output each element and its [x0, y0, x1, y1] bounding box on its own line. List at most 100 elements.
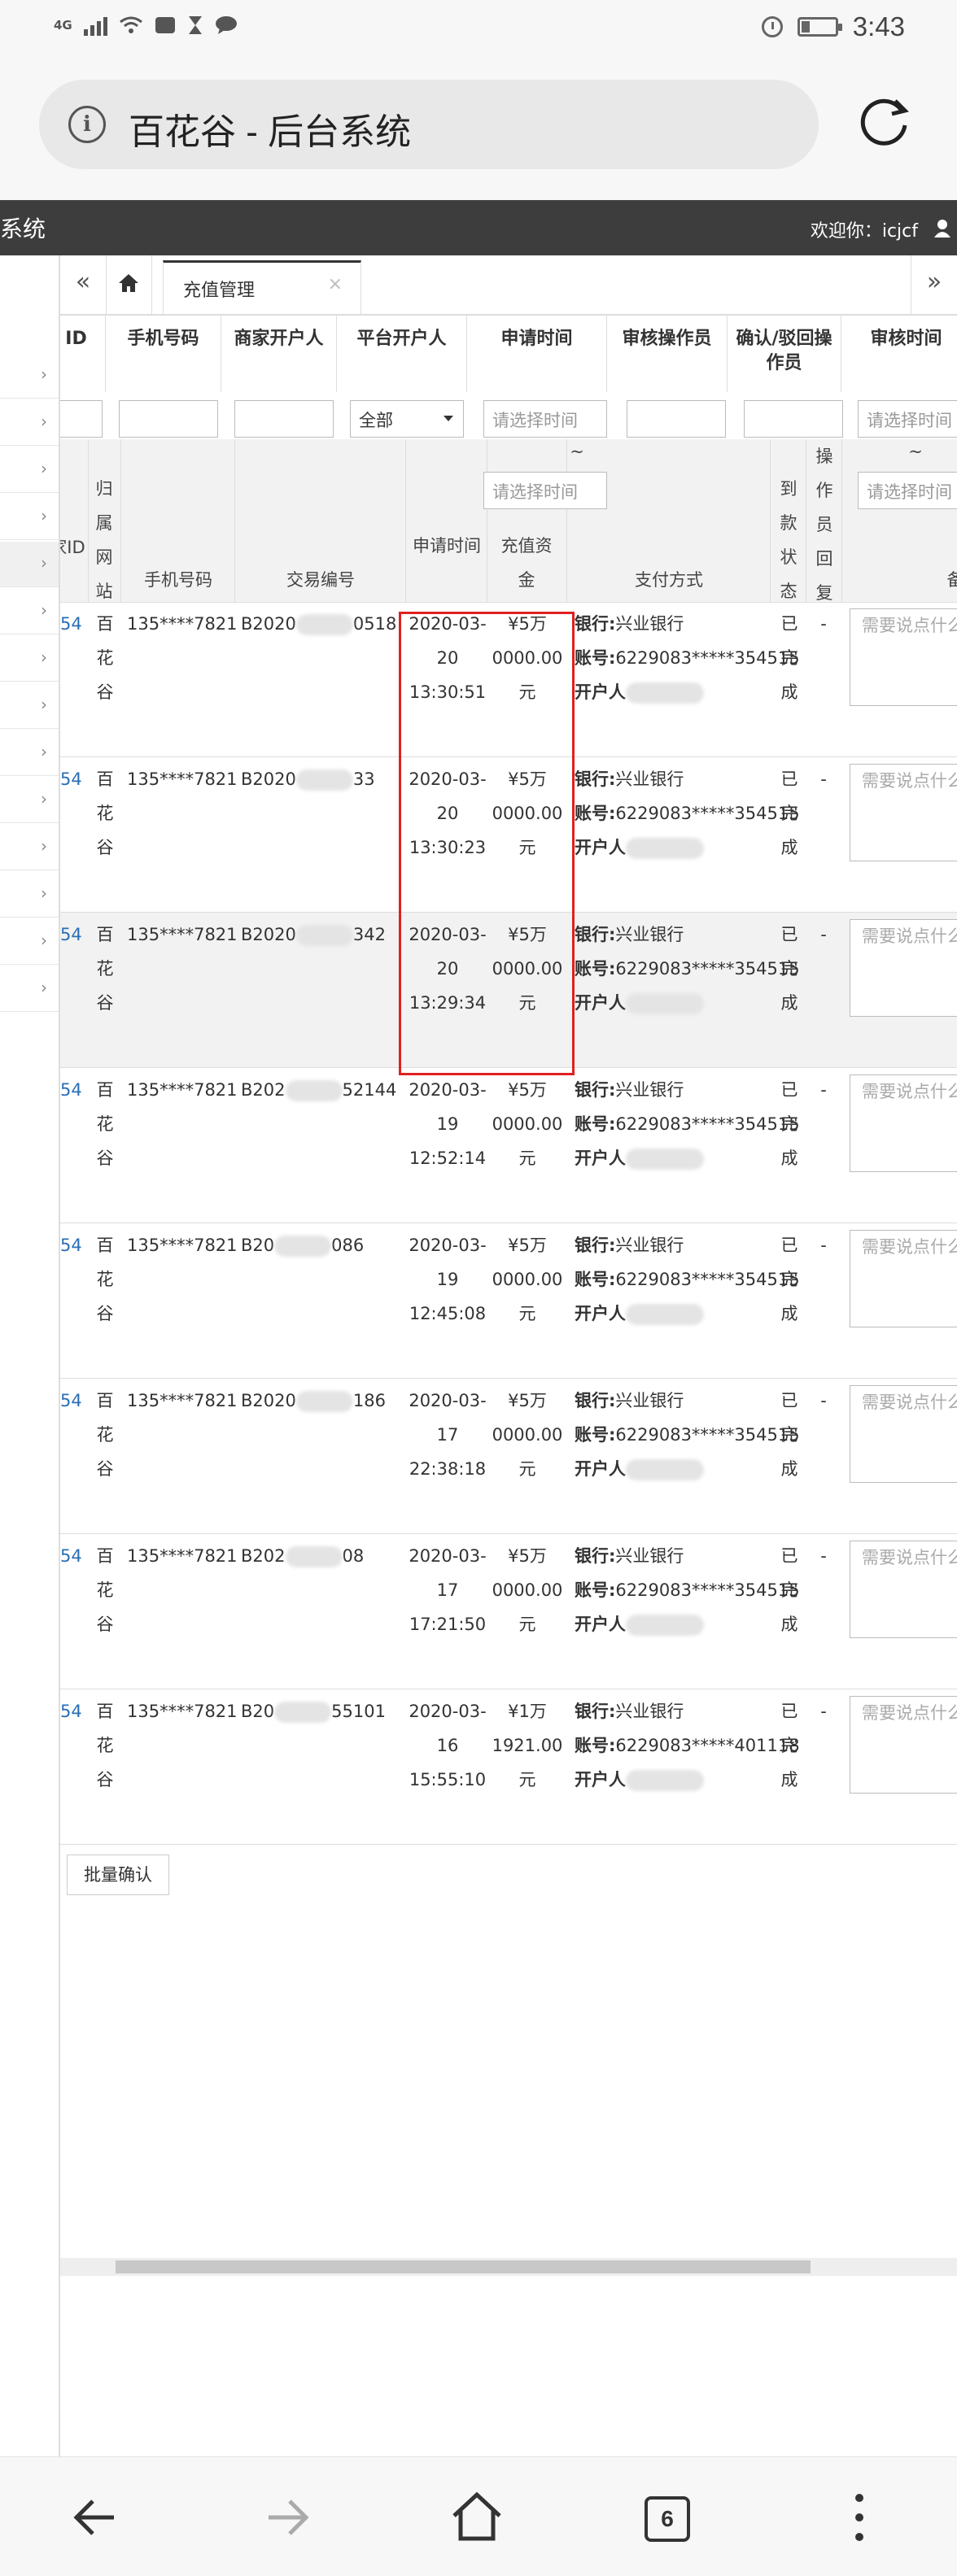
- txn-no-cell: B20 086: [241, 1223, 400, 1383]
- page-title[interactable]: 百花谷 - 后台系统: [129, 102, 411, 155]
- table-filter-row: 全部 请选择时间 请选择时间: [60, 392, 957, 440]
- reviewer-filter-input[interactable]: [627, 400, 726, 438]
- app-notification-icon: [155, 17, 175, 33]
- amount-line-2: 0000.00: [492, 1114, 563, 1134]
- pay-method-cell: 银行:兴业银行 账号:6229083*****354515 开户人: [575, 913, 800, 1072]
- sidebar-item[interactable]: ›: [0, 778, 59, 823]
- txn-no-cell: B202 08: [241, 1534, 400, 1693]
- sidebar-item[interactable]: ›: [0, 683, 59, 729]
- note-textarea[interactable]: 需要说点什么: [850, 764, 957, 861]
- review-time-start-input[interactable]: 请选择时间: [858, 400, 957, 438]
- sidebar-item[interactable]: ›: [0, 825, 59, 870]
- tab-count-button[interactable]: 6: [645, 2496, 690, 2542]
- close-icon[interactable]: ×: [328, 274, 343, 294]
- forward-icon[interactable]: [254, 2485, 319, 2550]
- platform-owner-select[interactable]: 全部: [350, 400, 464, 438]
- bank-label: 银行:: [575, 769, 616, 789]
- redacted-blur: [295, 925, 353, 946]
- user-icon[interactable]: [933, 218, 952, 238]
- col-header-apply-time: 申请时间: [467, 316, 607, 392]
- amount-line-2: 0000.00: [492, 804, 563, 823]
- info-icon[interactable]: i: [68, 106, 106, 143]
- merchant-id-link[interactable]: 54: [60, 1068, 85, 1227]
- table-row[interactable]: 54 百花谷 135****7821 B2020 186 2020-03-17 22:38:…: [60, 1379, 957, 1534]
- sidebar-item[interactable]: ›: [0, 495, 59, 540]
- col-txn-no: 交易编号: [286, 570, 355, 590]
- chevron-right-icon: ›: [41, 506, 47, 525]
- apply-time-cell: 2020-03-19 12:45:08: [409, 1223, 487, 1383]
- sidebar-item[interactable]: ›: [0, 589, 59, 634]
- col-header-confirm-operator: 确认/驳回操作员: [728, 316, 841, 392]
- merchant-id-link[interactable]: 54: [60, 1534, 85, 1693]
- site-cell: 百花谷: [96, 925, 114, 1013]
- note-textarea[interactable]: 需要说点什么: [850, 1696, 957, 1794]
- amount-unit: 元: [518, 1615, 536, 1634]
- batch-confirm-button[interactable]: 批量确认: [67, 1855, 169, 1895]
- note-textarea[interactable]: 需要说点什么: [850, 1385, 957, 1483]
- sidebar-item[interactable]: ›: [0, 400, 59, 446]
- merchant-id-link[interactable]: 54: [60, 1689, 85, 1849]
- phone-filter-input[interactable]: [119, 400, 218, 438]
- confirm-operator-filter-input[interactable]: [744, 400, 843, 438]
- more-icon[interactable]: [827, 2485, 892, 2550]
- merchant-id-link[interactable]: 54: [60, 1223, 85, 1383]
- merchant-id-link[interactable]: 54: [60, 1379, 85, 1538]
- sidebar-item[interactable]: ›: [0, 872, 59, 918]
- merchant-id-link[interactable]: 54: [60, 602, 85, 761]
- table-row[interactable]: 54 百花谷 135****7821 B2020 33 2020-03-20 13:30:2…: [60, 757, 957, 913]
- apply-time-cell: 2020-03-20 13:30:51: [409, 602, 487, 761]
- note-textarea[interactable]: 需要说点什么: [850, 1230, 957, 1327]
- id-filter-input[interactable]: [60, 400, 103, 438]
- table-row[interactable]: 54 百花谷 135****7821 B20 55101 2020-03-16 15:55:…: [60, 1689, 957, 1845]
- merchant-owner-filter-input[interactable]: [234, 400, 334, 438]
- amount-line-2: 0000.00: [492, 1270, 563, 1289]
- table-row[interactable]: 54 百花谷 135****7821 B202 52144 2020-03-19 12:52…: [60, 1068, 957, 1223]
- home-nav-icon[interactable]: [444, 2485, 509, 2550]
- sidebar-item[interactable]: ›: [0, 636, 59, 682]
- bank-label: 银行:: [575, 925, 616, 944]
- apply-time-end-input[interactable]: 请选择时间: [483, 472, 607, 509]
- tab-recharge-management[interactable]: 充值管理 ×: [163, 260, 361, 314]
- amount-line-1: ¥5万: [508, 1546, 547, 1566]
- table-row[interactable]: 54 百花谷 135****7821 B2020 0518 2020-03-20 13:30…: [60, 602, 957, 757]
- merchant-id-link[interactable]: 54: [60, 757, 85, 917]
- phone-cell: 135****7821: [127, 925, 238, 944]
- amount-line-1: ¥5万: [508, 1236, 547, 1255]
- sidebar-item[interactable]: ›: [0, 966, 59, 1012]
- sidebar-item[interactable]: ›: [0, 919, 59, 965]
- redacted-blur: [295, 769, 353, 791]
- back-icon[interactable]: [63, 2485, 129, 2550]
- phone-cell: 135****7821: [127, 1546, 238, 1566]
- home-icon: [119, 274, 138, 292]
- table-row[interactable]: 54 百花谷 135****7821 B202 08 2020-03-17 17:21:50…: [60, 1534, 957, 1689]
- signal-icon: [83, 15, 107, 36]
- tab-scroll-right-button[interactable]: »: [911, 255, 957, 314]
- apply-time-start-input[interactable]: 请选择时间: [483, 400, 607, 438]
- table-row[interactable]: 54 百花谷 135****7821 B20 086 2020-03-19 12:45:08…: [60, 1223, 957, 1379]
- table-row[interactable]: 54 百花谷 135****7821 B2020 342 2020-03-20 13:29:…: [60, 913, 957, 1068]
- amount-line-2: 0000.00: [492, 1425, 563, 1445]
- sidebar-item-active[interactable]: ›: [0, 542, 59, 587]
- txn-no-suffix: 0518: [352, 614, 397, 634]
- phone-cell: 135****7821: [127, 1391, 238, 1410]
- redacted-blur: [626, 993, 704, 1014]
- scrollbar-thumb[interactable]: [116, 2260, 811, 2273]
- sidebar-item[interactable]: ›: [0, 730, 59, 776]
- review-time-end-input[interactable]: 请选择时间: [858, 472, 957, 509]
- home-tab[interactable]: [106, 255, 152, 314]
- txn-no-suffix: 08: [342, 1546, 365, 1566]
- sidebar-item[interactable]: ›: [0, 353, 59, 399]
- note-textarea[interactable]: 需要说点什么: [850, 1541, 957, 1638]
- tab-scroll-left-button[interactable]: «: [60, 255, 107, 314]
- note-textarea[interactable]: 需要说点什么: [850, 608, 957, 706]
- merchant-id-link[interactable]: 54: [60, 913, 85, 1072]
- horizontal-scrollbar[interactable]: [60, 2258, 957, 2276]
- note-textarea[interactable]: 需要说点什么: [850, 1074, 957, 1172]
- bank-label: 银行:: [575, 1391, 616, 1410]
- txn-no-cell: B20 55101: [241, 1689, 400, 1849]
- reload-icon[interactable]: [858, 93, 913, 148]
- note-textarea[interactable]: 需要说点什么: [850, 919, 957, 1017]
- sidebar-item[interactable]: ›: [0, 447, 59, 493]
- address-bar[interactable]: i 百花谷 - 后台系统: [39, 80, 819, 169]
- sidebar: › › › › › › › › › › › › › ›: [0, 255, 60, 2456]
